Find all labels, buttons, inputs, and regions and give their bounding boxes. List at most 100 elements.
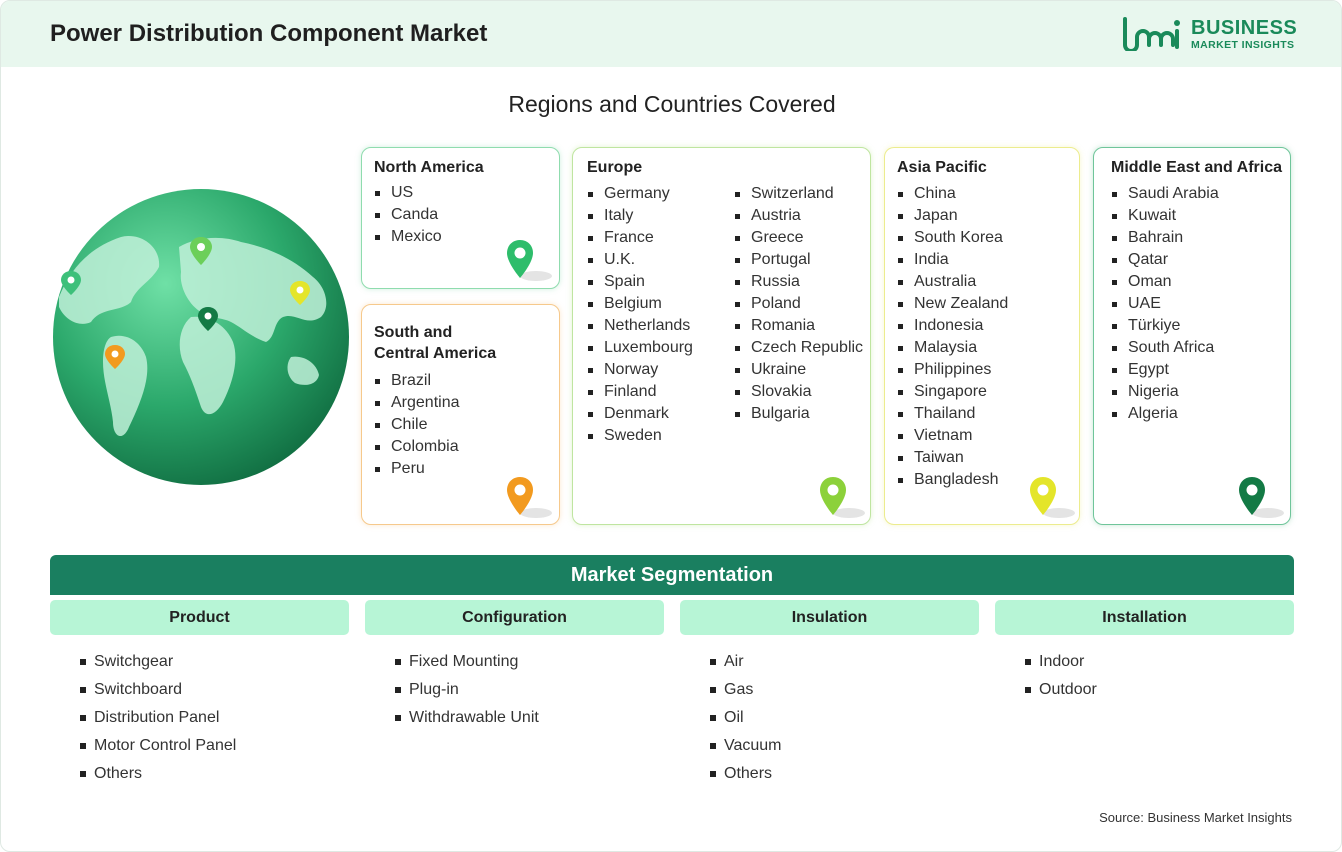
region-card-europe: Europe Germany Italy France U.K. Spain B… <box>572 147 871 525</box>
list-item: Germany <box>587 183 693 205</box>
list-item: Gas <box>710 679 782 707</box>
list-item: Philippines <box>897 359 1008 381</box>
region-card-north-america: North America US Canda Mexico <box>361 147 560 289</box>
list-item: Romania <box>734 315 863 337</box>
list-item: Switzerland <box>734 183 863 205</box>
segment-header-configuration: Configuration <box>365 600 664 635</box>
segment-list-installation: Indoor Outdoor <box>1025 651 1097 707</box>
list-item: Sweden <box>587 425 693 447</box>
list-item: South Korea <box>897 227 1008 249</box>
list-item: Argentina <box>374 392 460 414</box>
list-item: Colombia <box>374 436 460 458</box>
region-card-middle-east-africa: Middle East and Africa Saudi Arabia Kuwa… <box>1093 147 1291 525</box>
list-item: Others <box>80 763 236 791</box>
list-item: Austria <box>734 205 863 227</box>
list-item: US <box>374 182 442 204</box>
region-title: Asia Pacific <box>897 159 987 176</box>
list-item: Japan <box>897 205 1008 227</box>
segment-header-installation: Installation <box>995 600 1294 635</box>
list-item: Thailand <box>897 403 1008 425</box>
map-pin-icon <box>1239 477 1284 518</box>
list-item: Brazil <box>374 370 460 392</box>
region-title: North America <box>374 159 484 176</box>
list-item: Motor Control Panel <box>80 735 236 763</box>
segment-list-insulation: Air Gas Oil Vacuum Others <box>710 651 782 791</box>
page-title: Power Distribution Component Market <box>50 20 488 47</box>
company-logo: BUSINESS MARKET INSIGHTS <box>1121 15 1301 55</box>
list-item: Fixed Mounting <box>395 651 539 679</box>
region-title-line: South and <box>374 324 453 341</box>
list-item: Spain <box>587 271 693 293</box>
segment-header-product: Product <box>50 600 349 635</box>
list-item: Oil <box>710 707 782 735</box>
country-list: Saudi Arabia Kuwait Bahrain Qatar Oman U… <box>1111 183 1219 425</box>
list-item: Qatar <box>1111 249 1219 271</box>
segmentation-title: Market Segmentation <box>50 555 1294 595</box>
list-item: Distribution Panel <box>80 707 236 735</box>
bmi-logo-icon <box>1123 17 1180 51</box>
list-item: Chile <box>374 414 460 436</box>
list-item: Portugal <box>734 249 863 271</box>
list-item: Outdoor <box>1025 679 1097 707</box>
regions-title: Regions and Countries Covered <box>508 91 836 117</box>
list-item: Taiwan <box>897 447 1008 469</box>
list-item: Plug-in <box>395 679 539 707</box>
list-item: Egypt <box>1111 359 1219 381</box>
country-list: US Canda Mexico <box>374 182 442 248</box>
header-bar: Power Distribution Component Market BUSI… <box>1 1 1341 67</box>
segment-header-insulation: Insulation <box>680 600 979 635</box>
region-title: Europe <box>587 159 643 176</box>
list-item: Canda <box>374 204 442 226</box>
list-item: Australia <box>897 271 1008 293</box>
list-item: China <box>897 183 1008 205</box>
list-item: Malaysia <box>897 337 1008 359</box>
list-item: Bangladesh <box>897 469 1008 491</box>
segment-list-configuration: Fixed Mounting Plug-in Withdrawable Unit <box>395 651 539 735</box>
list-item: Oman <box>1111 271 1219 293</box>
list-item: Indonesia <box>897 315 1008 337</box>
infographic-frame: Power Distribution Component Market BUSI… <box>0 0 1342 852</box>
region-card-south-central-america: South and Central America Brazil Argenti… <box>361 304 560 525</box>
list-item: Mexico <box>374 226 442 248</box>
list-item: Vietnam <box>897 425 1008 447</box>
list-item: Italy <box>587 205 693 227</box>
list-item: Türkiye <box>1111 315 1219 337</box>
list-item: Finland <box>587 381 693 403</box>
list-item: Greece <box>734 227 863 249</box>
list-item: Others <box>710 763 782 791</box>
country-list-col2: Switzerland Austria Greece Portugal Russ… <box>734 183 863 425</box>
list-item: Nigeria <box>1111 381 1219 403</box>
list-item: U.K. <box>587 249 693 271</box>
list-item: Algeria <box>1111 403 1219 425</box>
map-pin-icon <box>507 240 552 281</box>
logo-text-business: BUSINESS <box>1191 17 1298 39</box>
list-item: Netherlands <box>587 315 693 337</box>
list-item: Denmark <box>587 403 693 425</box>
list-item: India <box>897 249 1008 271</box>
region-title: South and Central America <box>374 322 496 364</box>
segment-list-product: Switchgear Switchboard Distribution Pane… <box>80 651 236 791</box>
list-item: Switchgear <box>80 651 236 679</box>
list-item: Switchboard <box>80 679 236 707</box>
region-title-line: Central America <box>374 345 497 362</box>
region-title: Middle East and Africa <box>1111 159 1282 176</box>
list-item: Singapore <box>897 381 1008 403</box>
list-item: South Africa <box>1111 337 1219 359</box>
region-card-asia-pacific: Asia Pacific China Japan South Korea Ind… <box>884 147 1080 525</box>
list-item: Vacuum <box>710 735 782 763</box>
list-item: Poland <box>734 293 863 315</box>
country-list: Brazil Argentina Chile Colombia Peru <box>374 370 460 480</box>
list-item: Air <box>710 651 782 679</box>
list-item: Slovakia <box>734 381 863 403</box>
map-pin-icon <box>1030 477 1075 518</box>
map-pin-icon <box>507 477 552 518</box>
list-item: Bulgaria <box>734 403 863 425</box>
list-item: Withdrawable Unit <box>395 707 539 735</box>
list-item: Kuwait <box>1111 205 1219 227</box>
map-pin-icon <box>820 477 865 518</box>
list-item: Ukraine <box>734 359 863 381</box>
list-item: Norway <box>587 359 693 381</box>
country-list: China Japan South Korea India Australia … <box>897 183 1008 491</box>
list-item: UAE <box>1111 293 1219 315</box>
list-item: New Zealand <box>897 293 1008 315</box>
